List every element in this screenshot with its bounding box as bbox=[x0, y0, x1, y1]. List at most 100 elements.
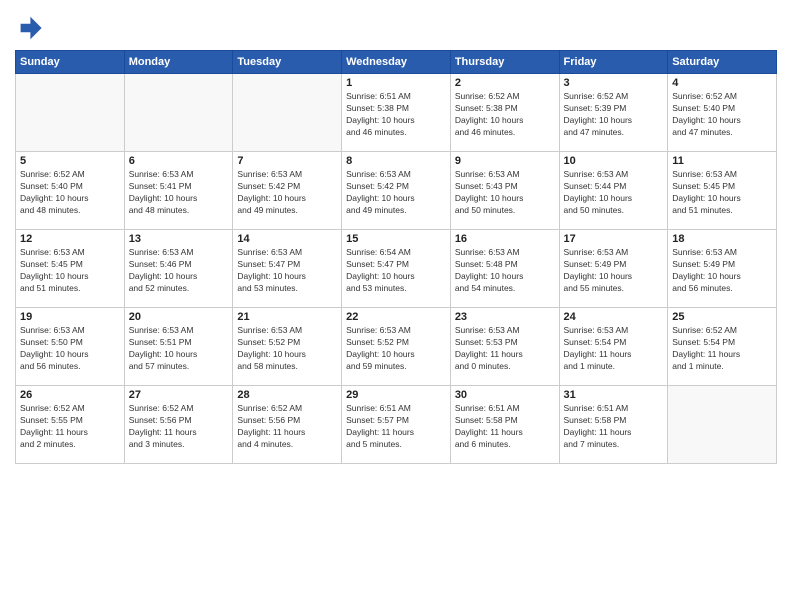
day-cell: 24 Sunrise: 6:53 AM Sunset: 5:54 PM Dayli… bbox=[559, 308, 668, 386]
day-number: 27 bbox=[129, 389, 229, 401]
day-cell: 3 Sunrise: 6:52 AM Sunset: 5:39 PM Daylig… bbox=[559, 74, 668, 152]
day-cell: 30Sunrise: 6:51 AM Sunset: 5:58 PM Dayli… bbox=[450, 386, 559, 464]
day-cell: 2Sunrise: 6:52 AM Sunset: 5:38 PM Daylig… bbox=[450, 74, 559, 152]
day-cell: 11 Sunrise: 6:53 AM Sunset: 5:45 PM Dayli… bbox=[668, 152, 777, 230]
day-number: 9 bbox=[455, 155, 555, 167]
day-info: Sunrise: 6:53 AM Sunset: 5:50 PM Dayligh… bbox=[20, 325, 120, 373]
day-number: 8 bbox=[346, 155, 446, 167]
day-info: Sunrise: 6:53 AM Sunset: 5:54 PM Dayligh… bbox=[564, 325, 664, 373]
day-number: 18 bbox=[672, 233, 772, 245]
day-info: Sunrise: 6:53 AM Sunset: 5:52 PM Dayligh… bbox=[346, 325, 446, 373]
day-cell: 22Sunrise: 6:53 AM Sunset: 5:52 PM Dayli… bbox=[342, 308, 451, 386]
day-number: 24 bbox=[564, 311, 664, 323]
day-cell: 5 Sunrise: 6:52 AM Sunset: 5:40 PM Daylig… bbox=[16, 152, 125, 230]
day-cell: 4 Sunrise: 6:52 AM Sunset: 5:40 PM Daylig… bbox=[668, 74, 777, 152]
day-cell: 12Sunrise: 6:53 AM Sunset: 5:45 PM Dayli… bbox=[16, 230, 125, 308]
day-number: 7 bbox=[237, 155, 337, 167]
day-cell: 31 Sunrise: 6:51 AM Sunset: 5:58 PM Dayli… bbox=[559, 386, 668, 464]
day-number: 14 bbox=[237, 233, 337, 245]
day-info: Sunrise: 6:52 AM Sunset: 5:54 PM Dayligh… bbox=[672, 325, 772, 373]
day-number: 13 bbox=[129, 233, 229, 245]
day-cell: 18 Sunrise: 6:53 AM Sunset: 5:49 PM Dayli… bbox=[668, 230, 777, 308]
day-cell: 17 Sunrise: 6:53 AM Sunset: 5:49 PM Dayli… bbox=[559, 230, 668, 308]
day-info: Sunrise: 6:51 AM Sunset: 5:57 PM Dayligh… bbox=[346, 403, 446, 451]
day-cell: 21Sunrise: 6:53 AM Sunset: 5:52 PM Dayli… bbox=[233, 308, 342, 386]
day-header-tuesday: Tuesday bbox=[233, 51, 342, 74]
days-header-row: SundayMondayTuesdayWednesdayThursdayFrid… bbox=[16, 51, 777, 74]
day-info: Sunrise: 6:53 AM Sunset: 5:43 PM Dayligh… bbox=[455, 169, 555, 217]
day-number: 5 bbox=[20, 155, 120, 167]
day-info: Sunrise: 6:53 AM Sunset: 5:42 PM Dayligh… bbox=[346, 169, 446, 217]
day-info: Sunrise: 6:53 AM Sunset: 5:44 PM Dayligh… bbox=[564, 169, 664, 217]
day-cell: 16 Sunrise: 6:53 AM Sunset: 5:48 PM Dayli… bbox=[450, 230, 559, 308]
day-info: Sunrise: 6:53 AM Sunset: 5:51 PM Dayligh… bbox=[129, 325, 229, 373]
day-cell: 28Sunrise: 6:52 AM Sunset: 5:56 PM Dayli… bbox=[233, 386, 342, 464]
day-header-wednesday: Wednesday bbox=[342, 51, 451, 74]
day-header-friday: Friday bbox=[559, 51, 668, 74]
day-number: 15 bbox=[346, 233, 446, 245]
day-cell: 26 Sunrise: 6:52 AM Sunset: 5:55 PM Dayli… bbox=[16, 386, 125, 464]
day-number: 11 bbox=[672, 155, 772, 167]
day-number: 17 bbox=[564, 233, 664, 245]
day-cell: 6Sunrise: 6:53 AM Sunset: 5:41 PM Daylig… bbox=[124, 152, 233, 230]
day-number: 25 bbox=[672, 311, 772, 323]
day-info: Sunrise: 6:53 AM Sunset: 5:49 PM Dayligh… bbox=[564, 247, 664, 295]
day-cell: 23Sunrise: 6:53 AM Sunset: 5:53 PM Dayli… bbox=[450, 308, 559, 386]
day-number: 1 bbox=[346, 77, 446, 89]
day-info: Sunrise: 6:52 AM Sunset: 5:56 PM Dayligh… bbox=[129, 403, 229, 451]
day-number: 19 bbox=[20, 311, 120, 323]
day-info: Sunrise: 6:52 AM Sunset: 5:56 PM Dayligh… bbox=[237, 403, 337, 451]
day-cell: 10 Sunrise: 6:53 AM Sunset: 5:44 PM Dayli… bbox=[559, 152, 668, 230]
day-cell: 25 Sunrise: 6:52 AM Sunset: 5:54 PM Dayli… bbox=[668, 308, 777, 386]
day-cell: 1Sunrise: 6:51 AM Sunset: 5:38 PM Daylig… bbox=[342, 74, 451, 152]
day-header-thursday: Thursday bbox=[450, 51, 559, 74]
day-number: 12 bbox=[20, 233, 120, 245]
day-cell bbox=[668, 386, 777, 464]
day-info: Sunrise: 6:53 AM Sunset: 5:49 PM Dayligh… bbox=[672, 247, 772, 295]
day-cell: 14 Sunrise: 6:53 AM Sunset: 5:47 PM Dayli… bbox=[233, 230, 342, 308]
day-info: Sunrise: 6:53 AM Sunset: 5:41 PM Dayligh… bbox=[129, 169, 229, 217]
day-info: Sunrise: 6:52 AM Sunset: 5:55 PM Dayligh… bbox=[20, 403, 120, 451]
day-cell: 19 Sunrise: 6:53 AM Sunset: 5:50 PM Dayli… bbox=[16, 308, 125, 386]
logo-icon bbox=[15, 14, 43, 42]
week-row-4: 19 Sunrise: 6:53 AM Sunset: 5:50 PM Dayli… bbox=[16, 308, 777, 386]
day-info: Sunrise: 6:53 AM Sunset: 5:47 PM Dayligh… bbox=[237, 247, 337, 295]
day-cell bbox=[16, 74, 125, 152]
day-header-saturday: Saturday bbox=[668, 51, 777, 74]
day-number: 29 bbox=[346, 389, 446, 401]
day-info: Sunrise: 6:53 AM Sunset: 5:42 PM Dayligh… bbox=[237, 169, 337, 217]
day-number: 20 bbox=[129, 311, 229, 323]
day-cell bbox=[233, 74, 342, 152]
day-cell: 20 Sunrise: 6:53 AM Sunset: 5:51 PM Dayli… bbox=[124, 308, 233, 386]
day-info: Sunrise: 6:53 AM Sunset: 5:45 PM Dayligh… bbox=[672, 169, 772, 217]
day-header-sunday: Sunday bbox=[16, 51, 125, 74]
week-row-3: 12Sunrise: 6:53 AM Sunset: 5:45 PM Dayli… bbox=[16, 230, 777, 308]
calendar-table: SundayMondayTuesdayWednesdayThursdayFrid… bbox=[15, 50, 777, 464]
day-info: Sunrise: 6:52 AM Sunset: 5:40 PM Dayligh… bbox=[20, 169, 120, 217]
day-info: Sunrise: 6:53 AM Sunset: 5:48 PM Dayligh… bbox=[455, 247, 555, 295]
day-number: 26 bbox=[20, 389, 120, 401]
week-row-5: 26 Sunrise: 6:52 AM Sunset: 5:55 PM Dayli… bbox=[16, 386, 777, 464]
day-number: 4 bbox=[672, 77, 772, 89]
day-number: 16 bbox=[455, 233, 555, 245]
day-cell: 7 Sunrise: 6:53 AM Sunset: 5:42 PM Daylig… bbox=[233, 152, 342, 230]
day-number: 10 bbox=[564, 155, 664, 167]
day-info: Sunrise: 6:53 AM Sunset: 5:46 PM Dayligh… bbox=[129, 247, 229, 295]
logo bbox=[15, 14, 47, 42]
day-info: Sunrise: 6:53 AM Sunset: 5:52 PM Dayligh… bbox=[237, 325, 337, 373]
day-info: Sunrise: 6:51 AM Sunset: 5:58 PM Dayligh… bbox=[564, 403, 664, 451]
day-number: 30 bbox=[455, 389, 555, 401]
day-cell bbox=[124, 74, 233, 152]
day-info: Sunrise: 6:54 AM Sunset: 5:47 PM Dayligh… bbox=[346, 247, 446, 295]
week-row-1: 1Sunrise: 6:51 AM Sunset: 5:38 PM Daylig… bbox=[16, 74, 777, 152]
day-info: Sunrise: 6:53 AM Sunset: 5:53 PM Dayligh… bbox=[455, 325, 555, 373]
day-cell: 27 Sunrise: 6:52 AM Sunset: 5:56 PM Dayli… bbox=[124, 386, 233, 464]
day-number: 3 bbox=[564, 77, 664, 89]
day-number: 2 bbox=[455, 77, 555, 89]
day-info: Sunrise: 6:52 AM Sunset: 5:40 PM Dayligh… bbox=[672, 91, 772, 139]
day-cell: 29 Sunrise: 6:51 AM Sunset: 5:57 PM Dayli… bbox=[342, 386, 451, 464]
week-row-2: 5 Sunrise: 6:52 AM Sunset: 5:40 PM Daylig… bbox=[16, 152, 777, 230]
day-number: 31 bbox=[564, 389, 664, 401]
day-cell: 15 Sunrise: 6:54 AM Sunset: 5:47 PM Dayli… bbox=[342, 230, 451, 308]
day-info: Sunrise: 6:52 AM Sunset: 5:39 PM Dayligh… bbox=[564, 91, 664, 139]
